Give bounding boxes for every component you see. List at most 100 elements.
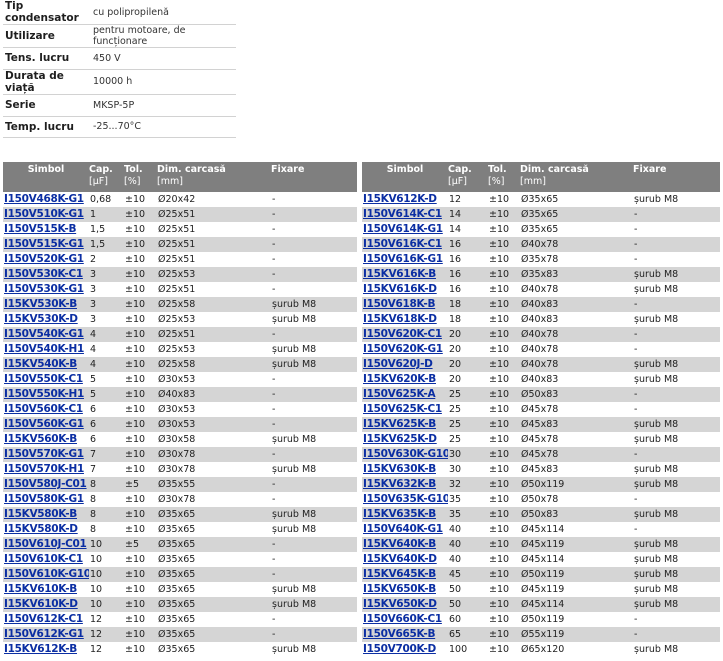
capacity-cell: 20 <box>449 374 462 385</box>
product-link[interactable]: I15KV618K-D <box>363 313 437 325</box>
product-link[interactable]: I15KV610K-D <box>4 598 78 610</box>
product-link[interactable]: I150V580K-G1 <box>4 493 84 505</box>
product-link[interactable]: I150V560K-G1 <box>4 418 84 430</box>
table-row: I150V625K-C1 25 ±10 Ø45x78 - <box>362 402 720 417</box>
spec-label: Tip condensator <box>3 0 91 25</box>
product-link[interactable]: I150V660K-C1 <box>363 613 442 625</box>
product-link[interactable]: I150V515K-G1 <box>4 238 84 250</box>
product-link[interactable]: I150V612K-G1 <box>4 628 84 640</box>
product-link[interactable]: I150V700K-D <box>363 643 436 655</box>
product-link[interactable]: I150V550K-H1 <box>4 388 84 400</box>
product-link[interactable]: I15KV616K-D <box>363 283 437 295</box>
tolerance-cell: ±5 <box>124 477 157 492</box>
symbol-cell: I150V620K-G1 <box>362 342 448 357</box>
dimensions-cell: Ø25x53 <box>158 314 196 325</box>
product-link[interactable]: I15KV620K-B <box>363 373 436 385</box>
capacity-cell: 4 <box>89 327 124 342</box>
dimensions-cell: Ø45x83 <box>521 464 559 475</box>
product-link[interactable]: I15KV540K-B <box>4 358 77 370</box>
product-link[interactable]: I150V515K-B <box>4 223 76 235</box>
product-link[interactable]: I150V612K-C1 <box>4 613 83 625</box>
product-link[interactable]: I150V620K-G1 <box>363 343 443 355</box>
product-link[interactable]: I150V560K-C1 <box>4 403 83 415</box>
product-link[interactable]: I150V616K-C1 <box>363 238 442 250</box>
product-link[interactable]: I150V510K-G1 <box>4 208 84 220</box>
product-link[interactable]: I15KV616K-B <box>363 268 436 280</box>
mounting-cell: șurub M8 <box>634 374 679 385</box>
product-link[interactable]: I150V665K-B <box>363 628 435 640</box>
product-link[interactable]: I150V540K-G1 <box>4 328 84 340</box>
mounting-cell: șurub M8 <box>272 584 317 595</box>
symbol-cell: I150V560K-C1 <box>3 402 89 417</box>
mounting-cell: - <box>271 207 357 222</box>
product-link[interactable]: I15KV650K-D <box>363 598 437 610</box>
dimensions-cell: Ø45x78 <box>521 404 559 415</box>
tolerance-cell: ±10 <box>125 404 146 415</box>
dimensions-cell: Ø35x65 <box>158 614 196 625</box>
product-link[interactable]: I15KV530K-B <box>4 298 77 310</box>
product-link[interactable]: I150V550K-C1 <box>4 373 83 385</box>
product-link[interactable]: I15KV650K-B <box>363 583 436 595</box>
product-link[interactable]: I150V530K-G1 <box>4 283 84 295</box>
product-link[interactable]: I150V570K-H1 <box>4 463 84 475</box>
symbol-cell: I15KV625K-D <box>362 432 448 447</box>
tolerance-cell: ±10 <box>489 644 510 655</box>
product-link[interactable]: I15KV580K-D <box>4 523 78 535</box>
capacity-cell: 8 <box>90 494 97 505</box>
product-link[interactable]: I150V620K-C1 <box>363 328 442 340</box>
tolerance-cell: ±10 <box>125 554 146 565</box>
product-link[interactable]: I150V614K-G1 <box>363 223 443 235</box>
product-link[interactable]: I150V620J-D <box>363 358 433 370</box>
product-link[interactable]: I150V520K-G1 <box>4 253 84 265</box>
product-link[interactable]: I150V616K-G1 <box>363 253 443 265</box>
product-link[interactable]: I15KV612K-D <box>363 193 437 205</box>
mounting-cell: șurub M8 <box>634 434 679 445</box>
product-link[interactable]: I150V625K-C1 <box>363 403 442 415</box>
product-link[interactable]: I15KV635K-B <box>363 508 436 520</box>
symbol-cell: I15KV640K-B <box>362 537 448 552</box>
product-link[interactable]: I15KV630K-B <box>363 463 436 475</box>
product-link[interactable]: I150V468K-G1 <box>4 193 84 205</box>
product-link[interactable]: I150V625K-A <box>363 388 436 400</box>
product-link[interactable]: I15KV645K-B <box>363 568 436 580</box>
product-link[interactable]: I15KV610K-B <box>4 583 77 595</box>
table-row: I15KV650K-D 50 ±10 Ø45x114 șurub M8 <box>362 597 720 612</box>
tolerance-cell: ±10 <box>125 464 146 475</box>
dimensions-cell: Ø45x78 <box>521 434 559 445</box>
tolerance-cell: ±10 <box>489 614 510 625</box>
product-link[interactable]: I15KV640K-D <box>363 553 437 565</box>
capacity-cell: 16 <box>449 284 462 295</box>
product-link[interactable]: I15KV580K-B <box>4 508 77 520</box>
tolerance-cell: ±10 <box>124 327 157 342</box>
dimensions-cell: Ø40x78 <box>521 284 559 295</box>
product-link[interactable]: I15KV560K-B <box>4 433 77 445</box>
product-link[interactable]: I150V630K-G10 <box>363 448 448 460</box>
symbol-cell: I15KV530K-B <box>3 297 89 312</box>
symbol-cell: I150V660K-C1 <box>362 612 448 627</box>
tolerance-cell: ±10 <box>488 507 520 522</box>
product-link[interactable]: I150V580J-C01 <box>4 478 87 490</box>
product-link[interactable]: I150V610K-G10 <box>4 568 89 580</box>
product-link[interactable]: I150V570K-G1 <box>4 448 84 460</box>
product-link[interactable]: I150V530K-C1 <box>4 268 83 280</box>
mounting-cell: șurub M8 <box>633 267 720 282</box>
product-link[interactable]: I15KV625K-B <box>363 418 436 430</box>
capacity-cell: 18 <box>449 314 462 325</box>
product-link[interactable]: I15KV632K-B <box>363 478 436 490</box>
product-link[interactable]: I150V614K-C1 <box>363 208 442 220</box>
product-link[interactable]: I150V640K-G1 <box>363 523 443 535</box>
tolerance-cell: ±10 <box>488 627 520 642</box>
product-link[interactable]: I15KV530K-D <box>4 313 78 325</box>
product-link[interactable]: I150V610K-C1 <box>4 553 83 565</box>
product-link[interactable]: I150V635K-G10 <box>363 493 448 505</box>
product-link[interactable]: I150V540K-H1 <box>4 343 84 355</box>
product-link[interactable]: I15KV625K-D <box>363 433 437 445</box>
tolerance-cell: ±10 <box>488 207 520 222</box>
spec-row: Serie MKSP-5P <box>3 94 236 117</box>
product-link[interactable]: I15KV640K-B <box>363 538 436 550</box>
tolerance-cell: ±10 <box>488 447 520 462</box>
product-link[interactable]: I15KV612K-B <box>4 643 77 655</box>
product-link[interactable]: I150V610J-C01 <box>4 538 87 550</box>
mounting-cell: șurub M8 <box>633 477 720 492</box>
product-link[interactable]: I150V618K-B <box>363 298 435 310</box>
